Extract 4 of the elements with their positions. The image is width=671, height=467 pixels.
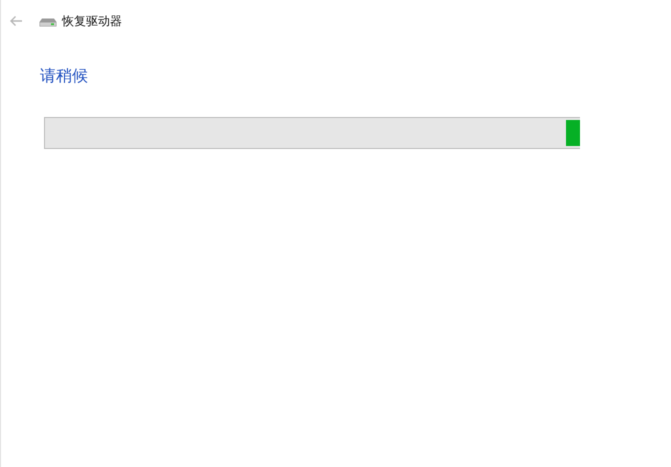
back-arrow-icon[interactable] <box>9 15 23 27</box>
drive-icon <box>39 18 57 27</box>
heading: 请稍候 <box>40 66 89 87</box>
window-title: 恢复驱动器 <box>62 12 122 30</box>
